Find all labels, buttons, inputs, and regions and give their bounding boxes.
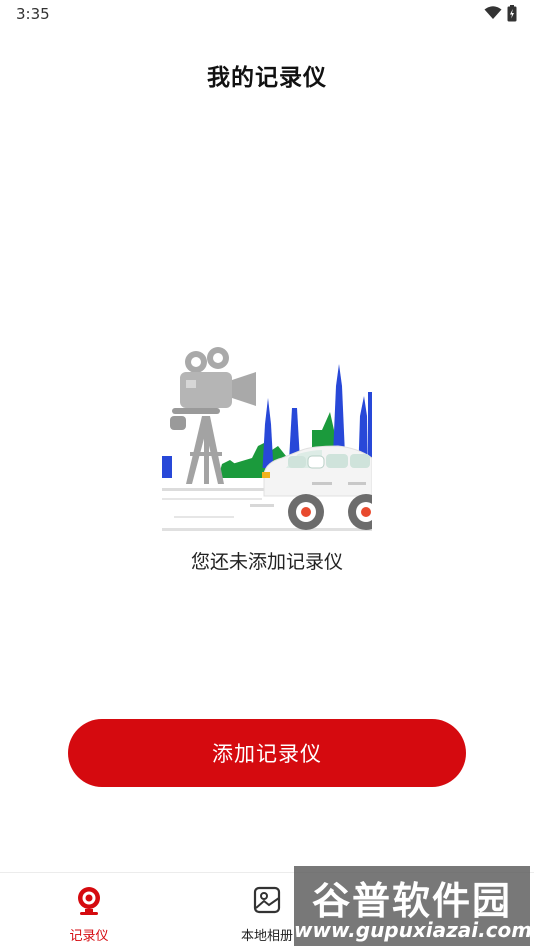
watermark-title: 谷普软件园 — [311, 879, 512, 923]
battery-charging-icon — [507, 5, 517, 22]
add-recorder-button[interactable]: 添加记录仪 — [68, 719, 466, 787]
album-icon — [253, 886, 281, 914]
nav-item-recorder[interactable]: 记录仪 — [44, 873, 134, 951]
status-bar: 3:35 — [0, 0, 534, 28]
nav-label-recorder: 记录仪 — [69, 929, 109, 944]
watermark: 谷普软件园 www.gupuxiazai.com — [294, 866, 533, 946]
status-time: 3:35 — [16, 5, 50, 23]
wifi-icon — [484, 6, 502, 19]
page-title: 我的记录仪 — [207, 65, 327, 91]
empty-state-message: 您还未添加记录仪 — [190, 551, 343, 573]
watermark-url: www.gupuxiazai.com — [294, 918, 533, 942]
dashcam-illustration — [162, 347, 372, 531]
recorder-icon — [78, 887, 100, 915]
